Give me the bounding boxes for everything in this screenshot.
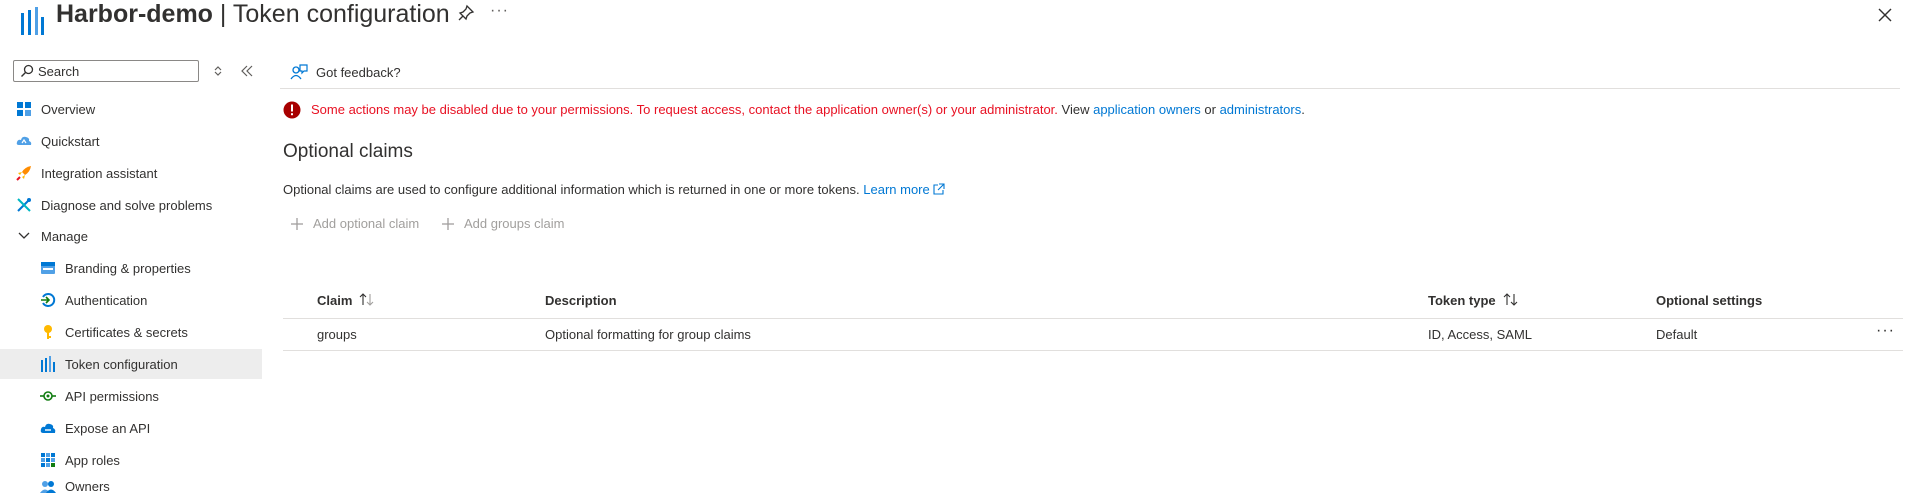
sidebar-item-label: Branding & properties <box>65 260 191 276</box>
description-text: Optional claims are used to configure ad… <box>283 182 864 197</box>
chevron-down-icon <box>18 232 30 239</box>
column-header-optional-settings: Optional settings <box>1656 293 1763 308</box>
add-groups-claim-button[interactable]: Add groups claim <box>441 216 564 231</box>
sort-icon <box>1503 293 1518 306</box>
sidebar-item-label: Token configuration <box>65 356 178 372</box>
administrators-link[interactable]: administrators <box>1220 102 1302 117</box>
sidebar-search[interactable] <box>13 60 199 82</box>
warning-or-text: or <box>1200 102 1220 117</box>
sidebar-item-diagnose[interactable]: Diagnose and solve problems <box>0 190 262 220</box>
plus-icon <box>291 217 303 230</box>
pin-icon[interactable] <box>457 4 475 22</box>
rocket-icon <box>16 166 31 181</box>
search-icon <box>21 64 34 77</box>
cell-optional-settings: Default <box>1656 327 1698 342</box>
sidebar-item-integration-assistant[interactable]: Integration assistant <box>0 158 262 188</box>
cell-description: Optional formatting for group claims <box>545 327 751 342</box>
expand-collapse-icon[interactable] <box>212 65 224 77</box>
row-more-actions-icon[interactable]: ··· <box>1876 322 1895 340</box>
add-optional-claim-label: Add optional claim <box>313 216 420 231</box>
sidebar-item-overview[interactable]: Overview <box>0 94 262 124</box>
cloud-api-icon <box>40 423 56 433</box>
sidebar-item-label: API permissions <box>65 388 159 404</box>
sidebar-item-app-roles[interactable]: App roles <box>0 445 262 475</box>
sidebar-item-token-configuration[interactable]: Token configuration <box>0 349 262 379</box>
page-name: Token configuration <box>232 0 450 28</box>
warning-view-text: View <box>1057 102 1094 117</box>
search-input[interactable] <box>38 62 194 80</box>
cell-token-type: ID, Access, SAML <box>1428 327 1533 342</box>
column-header-description: Description <box>545 293 617 308</box>
branding-icon <box>41 262 55 274</box>
column-header-token-type[interactable]: Token type <box>1428 293 1520 308</box>
more-options-icon[interactable]: ··· <box>490 2 509 20</box>
key-icon <box>44 325 52 339</box>
section-description: Optional claims are used to configure ad… <box>283 182 945 197</box>
sidebar-item-label: App roles <box>65 452 120 468</box>
quickstart-cloud-icon <box>16 136 32 145</box>
authentication-icon <box>41 293 56 307</box>
wrench-cross-icon <box>17 198 31 212</box>
sidebar-item-label: Authentication <box>65 292 148 308</box>
app-roles-grid-icon <box>41 453 55 467</box>
token-configuration-logo-icon <box>21 7 44 35</box>
add-groups-claim-label: Add groups claim <box>464 216 565 231</box>
token-bars-icon <box>41 356 55 372</box>
sidebar-item-certificates[interactable]: Certificates & secrets <box>0 317 262 347</box>
cell-claim: groups <box>317 327 357 342</box>
add-optional-claim-button[interactable]: Add optional claim <box>290 216 419 231</box>
warning-period: . <box>1301 102 1305 117</box>
sidebar-item-branding[interactable]: Branding & properties <box>0 253 262 283</box>
feedback-label: Got feedback? <box>316 64 401 80</box>
table-divider <box>283 318 1903 319</box>
api-permissions-icon <box>40 391 56 401</box>
sidebar-item-label: Overview <box>41 101 96 117</box>
error-icon <box>283 101 301 119</box>
page-title: Harbor-demo | Token configuration <box>56 0 450 28</box>
sidebar-item-label: Quickstart <box>41 133 100 149</box>
warning-message: Some actions may be disabled due to your… <box>311 102 1058 117</box>
column-header-label: Token type <box>1428 293 1496 308</box>
section-title: Optional claims <box>283 141 413 162</box>
learn-more-link[interactable]: Learn more <box>863 182 945 197</box>
sidebar-item-label: Manage <box>41 228 88 244</box>
permissions-warning: Some actions may be disabled due to your… <box>311 102 1305 117</box>
app-name: Harbor-demo <box>56 0 213 28</box>
sidebar-item-label: Integration assistant <box>41 165 158 181</box>
title-separator: | <box>212 0 233 28</box>
sidebar-item-label: Diagnose and solve problems <box>41 197 213 213</box>
sidebar-item-expose-api[interactable]: Expose an API <box>0 413 262 443</box>
learn-more-label: Learn more <box>863 182 930 197</box>
owners-icon <box>40 481 56 493</box>
sidebar-group-manage[interactable]: Manage <box>0 221 262 251</box>
feedback-button[interactable]: Got feedback? <box>290 63 401 81</box>
sidebar-item-label: Expose an API <box>65 420 151 436</box>
external-link-icon <box>933 183 945 195</box>
feedback-icon <box>290 64 308 80</box>
plus-icon <box>442 217 454 230</box>
sidebar-item-label: Owners <box>65 479 110 494</box>
close-icon[interactable] <box>1877 7 1893 23</box>
table-divider <box>283 350 1903 351</box>
application-owners-link[interactable]: application owners <box>1093 102 1201 117</box>
sidebar-item-owners[interactable]: Owners <box>0 477 262 497</box>
sort-icon <box>360 293 374 306</box>
sidebar-item-api-permissions[interactable]: API permissions <box>0 381 262 411</box>
collapse-sidebar-icon[interactable] <box>240 64 254 78</box>
column-header-label: Claim <box>317 293 353 308</box>
sidebar-item-quickstart[interactable]: Quickstart <box>0 126 262 156</box>
sidebar-item-label: Certificates & secrets <box>65 324 188 340</box>
sidebar-item-authentication[interactable]: Authentication <box>0 285 262 315</box>
toolbar-divider <box>280 88 1900 89</box>
column-header-claim[interactable]: Claim <box>317 293 376 308</box>
overview-grid-icon <box>17 102 31 116</box>
